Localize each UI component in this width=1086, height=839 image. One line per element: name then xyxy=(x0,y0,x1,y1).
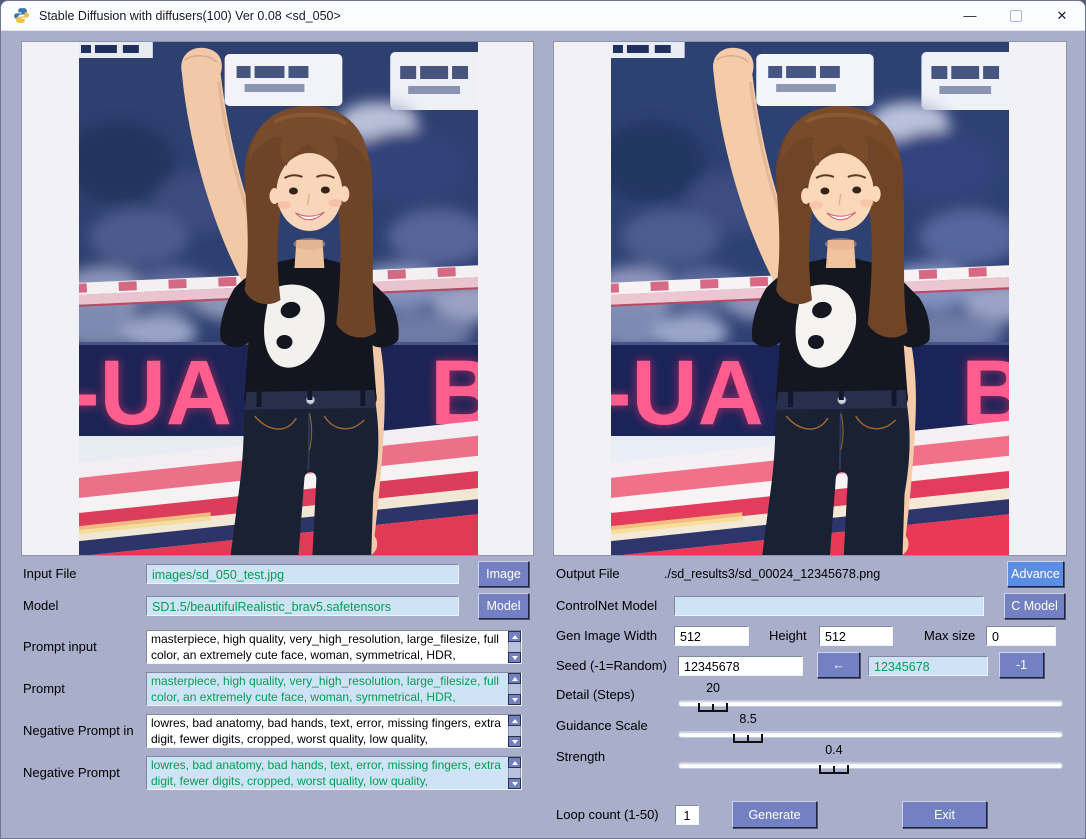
prompt-input-label: Prompt input xyxy=(23,637,97,657)
negative-prompt-label: Negative Prompt xyxy=(23,763,120,783)
scrollbar-track[interactable] xyxy=(508,684,521,694)
slider-handle[interactable] xyxy=(733,732,763,743)
window-title: Stable Diffusion with diffusers(100) Ver… xyxy=(39,9,341,23)
output-file-value: ./sd_results3/sd_00024_12345678.png xyxy=(664,564,880,584)
minimize-icon: — xyxy=(964,8,977,23)
detail-steps-value: 20 xyxy=(706,681,720,695)
advance-button[interactable]: Advance xyxy=(1007,561,1064,587)
loop-count-field[interactable]: 1 xyxy=(675,805,699,825)
max-size-label: Max size xyxy=(924,626,975,646)
strength-slider[interactable]: 0.4 xyxy=(678,743,1063,775)
minimize-button[interactable]: — xyxy=(947,1,993,30)
seed-copy-button[interactable]: ← xyxy=(817,652,860,678)
slider-track[interactable] xyxy=(678,700,1063,707)
strength-label: Strength xyxy=(556,747,605,767)
image-button[interactable]: Image xyxy=(478,561,529,587)
model-field[interactable]: SD1.5/beautifulRealistic_brav5.safetenso… xyxy=(146,596,459,616)
exit-button[interactable]: Exit xyxy=(902,801,987,828)
prompt-text[interactable]: masterpiece, high quality, very_high_res… xyxy=(147,673,508,705)
seed-label: Seed (-1=Random) xyxy=(556,656,667,676)
model-label: Model xyxy=(23,596,58,616)
max-size-field[interactable]: 0 xyxy=(986,626,1056,646)
detail-steps-slider[interactable]: 20 xyxy=(678,681,1063,713)
prompt-label: Prompt xyxy=(23,679,65,699)
close-icon: ✕ xyxy=(1057,8,1068,24)
controlnet-field[interactable] xyxy=(674,596,984,616)
input-file-label: Input File xyxy=(23,564,76,584)
prompt-input-box[interactable]: masterpiece, high quality, very_high_res… xyxy=(146,630,522,664)
scroll-up-icon[interactable] xyxy=(508,631,521,642)
guidance-scale-slider[interactable]: 8.5 xyxy=(678,712,1063,744)
negative-prompt-in-text[interactable]: lowres, bad anatomy, bad hands, text, er… xyxy=(147,715,508,747)
negative-prompt-in-scrollbar[interactable] xyxy=(508,715,521,747)
slider-handle[interactable] xyxy=(819,763,849,774)
strength-row: Strength 0.4 xyxy=(556,743,1063,775)
scroll-down-icon[interactable] xyxy=(508,778,521,789)
output-file-label: Output File xyxy=(556,564,620,584)
close-button[interactable]: ✕ xyxy=(1039,1,1085,30)
prompt-scrollbar[interactable] xyxy=(508,673,521,705)
negative-prompt-box[interactable]: lowres, bad anatomy, bad hands, text, er… xyxy=(146,756,522,790)
scroll-up-icon[interactable] xyxy=(508,715,521,726)
scroll-down-icon[interactable] xyxy=(508,736,521,747)
input-file-field[interactable]: images/sd_050_test.jpg xyxy=(146,564,459,584)
input-image-canvas xyxy=(21,41,534,556)
negative-prompt-in-box[interactable]: lowres, bad anatomy, bad hands, text, er… xyxy=(146,714,522,748)
detail-steps-row: Detail (Steps) 20 xyxy=(556,681,1063,713)
detail-steps-label: Detail (Steps) xyxy=(556,685,635,705)
negative-prompt-text[interactable]: lowres, bad anatomy, bad hands, text, er… xyxy=(147,757,508,789)
title-bar: Stable Diffusion with diffusers(100) Ver… xyxy=(1,1,1085,31)
scrollbar-track[interactable] xyxy=(508,642,521,652)
scroll-down-icon[interactable] xyxy=(508,652,521,663)
negative-prompt-in-label: Negative Prompt in xyxy=(23,721,134,741)
c-model-button[interactable]: C Model xyxy=(1004,593,1065,619)
gen-width-field[interactable]: 512 xyxy=(674,626,749,646)
app-window: Stable Diffusion with diffusers(100) Ver… xyxy=(0,0,1086,839)
strength-value: 0.4 xyxy=(825,743,842,757)
output-image-canvas xyxy=(553,41,1067,556)
model-button[interactable]: Model xyxy=(478,593,529,619)
python-icon xyxy=(13,7,30,24)
input-image xyxy=(79,42,478,555)
controlnet-label: ControlNet Model xyxy=(556,596,657,616)
maximize-button[interactable] xyxy=(993,1,1039,30)
scrollbar-track[interactable] xyxy=(508,726,521,736)
output-image xyxy=(611,42,1009,555)
scroll-up-icon[interactable] xyxy=(508,757,521,768)
prompt-input-scrollbar[interactable] xyxy=(508,631,521,663)
prompt-box[interactable]: masterpiece, high quality, very_high_res… xyxy=(146,672,522,706)
negative-prompt-scrollbar[interactable] xyxy=(508,757,521,789)
prompt-input-text[interactable]: masterpiece, high quality, very_high_res… xyxy=(147,631,508,663)
scroll-up-icon[interactable] xyxy=(508,673,521,684)
scroll-down-icon[interactable] xyxy=(508,694,521,705)
last-seed-field[interactable]: 12345678 xyxy=(868,656,988,676)
gen-height-label: Height xyxy=(769,626,807,646)
gen-width-label: Gen Image Width xyxy=(556,626,657,646)
generate-button[interactable]: Generate xyxy=(732,801,817,828)
slider-track[interactable] xyxy=(678,762,1063,769)
loop-count-label: Loop count (1-50) xyxy=(556,805,659,825)
seed-random-button[interactable]: -1 xyxy=(999,652,1044,678)
guidance-scale-value: 8.5 xyxy=(739,712,756,726)
maximize-icon xyxy=(1010,10,1022,22)
guidance-scale-row: Guidance Scale 8.5 xyxy=(556,712,1063,744)
gen-height-field[interactable]: 512 xyxy=(819,626,893,646)
seed-field[interactable]: 12345678 xyxy=(678,656,803,676)
guidance-scale-label: Guidance Scale xyxy=(556,716,648,736)
slider-handle[interactable] xyxy=(698,701,728,712)
scrollbar-track[interactable] xyxy=(508,768,521,778)
